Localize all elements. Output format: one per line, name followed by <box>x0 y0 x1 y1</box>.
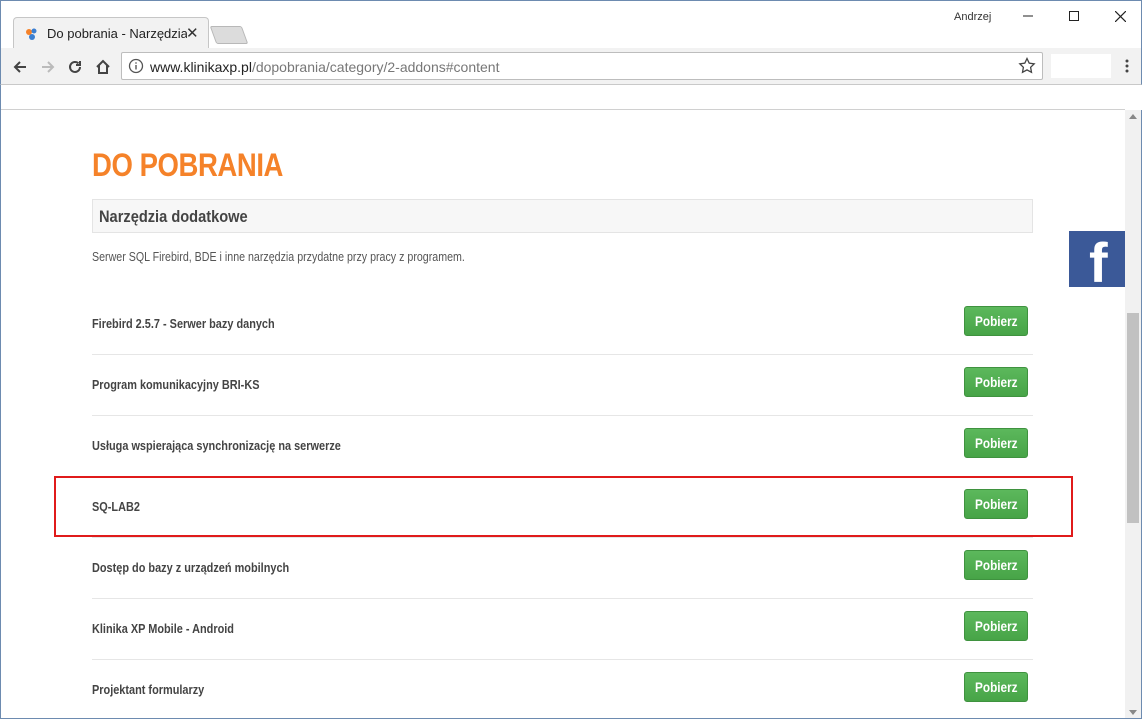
download-button-label: Pobierz <box>974 374 1018 390</box>
scrollbar[interactable] <box>1125 110 1142 719</box>
download-button-label: Pobierz <box>974 435 1018 451</box>
address-bar[interactable]: www.klinikaxp.pl/dopobrania/category/2-a… <box>121 52 1043 80</box>
section-title: Narzędzia dodatkowe <box>99 207 248 226</box>
download-row: Projektant formularzy Pobierz <box>92 660 1033 719</box>
download-button-label: Pobierz <box>974 618 1018 634</box>
download-name: Projektant formularzy <box>92 682 205 697</box>
download-button-label: Pobierz <box>974 313 1018 329</box>
window-close-icon[interactable] <box>1097 1 1142 31</box>
section-description: Serwer SQL Firebird, BDE i inne narzędzi… <box>92 249 465 264</box>
download-name: Firebird 2.5.7 - Serwer bazy danych <box>92 316 275 331</box>
browser-toolbar: www.klinikaxp.pl/dopobrania/category/2-a… <box>0 48 1142 85</box>
menu-icon[interactable] <box>1119 58 1135 74</box>
download-button[interactable]: Pobierz <box>964 428 1028 458</box>
maximize-icon[interactable] <box>1051 1 1097 31</box>
download-name: Usługa wspierająca synchronizację na ser… <box>92 438 341 453</box>
info-icon[interactable] <box>128 58 144 74</box>
download-row: Klinika XP Mobile - Android Pobierz <box>92 599 1033 660</box>
url-host: www.klinikaxp.pl <box>150 59 252 75</box>
download-button[interactable]: Pobierz <box>964 611 1028 641</box>
new-tab-button[interactable] <box>209 26 249 44</box>
star-icon[interactable] <box>1018 57 1036 75</box>
download-button[interactable]: Pobierz <box>964 672 1028 702</box>
home-icon[interactable] <box>92 56 114 78</box>
download-button[interactable]: Pobierz <box>964 306 1028 336</box>
minimize-icon[interactable] <box>1005 1 1051 31</box>
page-title: DO POBRANIA <box>92 147 283 183</box>
section-header: Narzędzia dodatkowe <box>92 199 1033 233</box>
highlight-box <box>54 476 1073 537</box>
scroll-thumb[interactable] <box>1127 313 1139 523</box>
download-name: Program komunikacyjny BRI-KS <box>92 377 260 392</box>
download-row: Program komunikacyjny BRI-KS Pobierz <box>92 355 1033 416</box>
tab-title: Do pobrania - Narzędzia dodatkowe <box>47 26 187 41</box>
back-icon[interactable] <box>9 56 31 78</box>
reload-icon[interactable] <box>64 56 86 78</box>
window-border <box>0 85 1 719</box>
download-button[interactable]: Pobierz <box>964 367 1028 397</box>
extensions-area <box>1051 54 1111 78</box>
scroll-down-icon[interactable] <box>1129 710 1137 715</box>
scroll-up-icon[interactable] <box>1129 114 1137 119</box>
facebook-letter: f <box>1089 231 1108 288</box>
url-path: /dopobrania/category/2-addons#content <box>251 59 500 75</box>
profile-name[interactable]: Andrzej <box>954 11 991 23</box>
title-bar: Do pobrania - Narzędzia dodatkowe ✕ Andr… <box>0 0 1142 49</box>
download-name: Dostęp do bazy z urządzeń mobilnych <box>92 560 290 575</box>
forward-icon[interactable] <box>37 56 59 78</box>
facebook-icon[interactable]: f <box>1069 231 1125 287</box>
download-button-label: Pobierz <box>974 557 1018 573</box>
download-row: Firebird 2.5.7 - Serwer bazy danych Pobi… <box>92 294 1033 355</box>
download-button-label: Pobierz <box>974 679 1018 695</box>
favicon-icon <box>26 28 37 40</box>
download-name: Klinika XP Mobile - Android <box>92 621 234 636</box>
tab-active[interactable]: Do pobrania - Narzędzia dodatkowe ✕ <box>13 17 209 49</box>
download-row: Usługa wspierająca synchronizację na ser… <box>92 416 1033 477</box>
divider <box>1 109 1125 110</box>
tab-close-icon[interactable]: ✕ <box>186 24 199 42</box>
download-row: Dostęp do bazy z urządzeń mobilnych Pobi… <box>92 538 1033 599</box>
url-text[interactable]: www.klinikaxp.pl/dopobrania/category/2-a… <box>150 59 499 75</box>
download-button[interactable]: Pobierz <box>964 550 1028 580</box>
